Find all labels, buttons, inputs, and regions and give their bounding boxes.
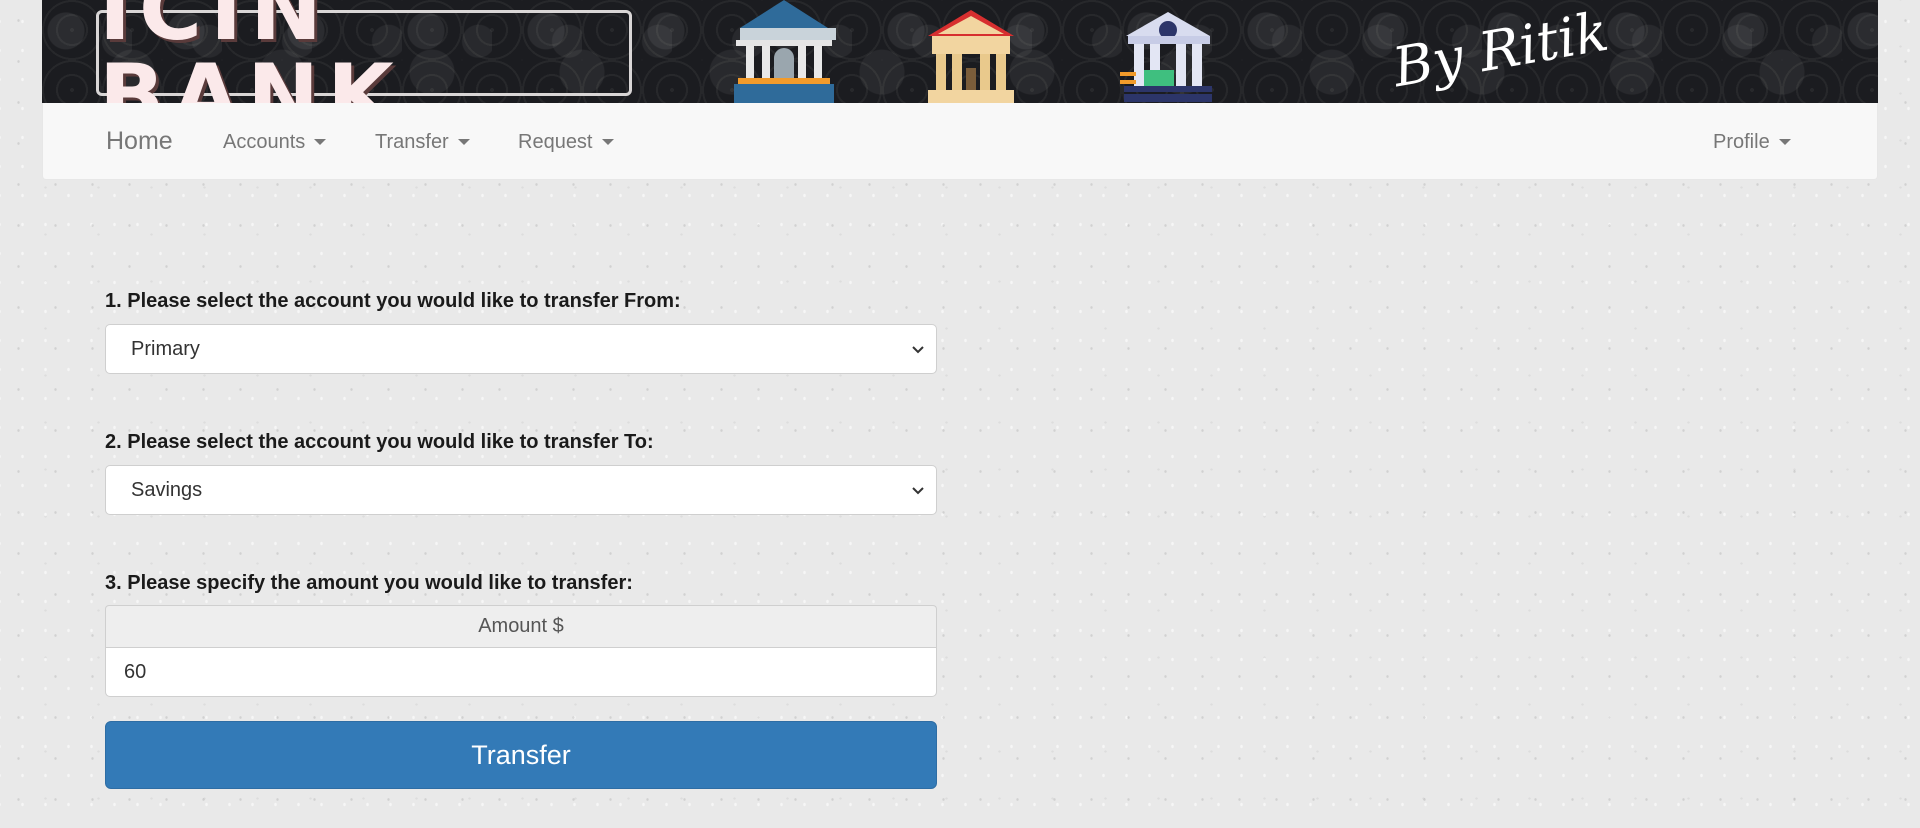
bank-building-icon [734,0,836,103]
nav-transfer-label: Transfer [375,131,449,153]
header-banner: ICIN BANK By Ritik [42,0,1878,103]
top-navbar: Home Accounts Transfer Request Profile [42,103,1878,180]
chevron-down-icon [912,487,924,495]
amount-input[interactable] [105,647,937,697]
nav-request-label: Request [518,131,593,153]
to-account-label: 2. Please select the account you would l… [105,431,654,453]
amount-addon: Amount $ [105,605,937,647]
bank-money-icon [1120,12,1212,102]
signature: By Ritik [1388,0,1613,100]
nav-transfer-dropdown[interactable]: Transfer [375,131,470,153]
caret-down-icon [314,139,327,145]
nav-accounts-dropdown[interactable]: Accounts [223,131,327,153]
caret-down-icon [601,139,614,145]
to-account-value: Savings [131,478,203,501]
bank-house-icon [928,10,1014,103]
to-account-select[interactable]: Savings [105,465,937,515]
nav-profile-dropdown[interactable]: Profile [1713,131,1791,153]
from-account-select[interactable]: Primary [105,324,937,374]
nav-accounts-label: Accounts [223,131,306,153]
logo-text: ICIN BANK [99,0,402,103]
from-account-value: Primary [131,337,200,360]
chevron-down-icon [912,346,924,354]
amount-label: 3. Please specify the amount you would l… [105,572,633,594]
page-container: ICIN BANK By Ritik Home Accounts Transfe… [42,0,1878,789]
caret-down-icon [1778,139,1791,145]
nav-profile-label: Profile [1713,131,1770,153]
transfer-button[interactable]: Transfer [105,721,937,789]
nav-home-link[interactable]: Home [106,128,173,154]
from-account-label: 1. Please select the account you would l… [105,290,681,312]
bank-logo: ICIN BANK [96,0,632,103]
nav-request-dropdown[interactable]: Request [518,131,614,153]
caret-down-icon [457,139,470,145]
